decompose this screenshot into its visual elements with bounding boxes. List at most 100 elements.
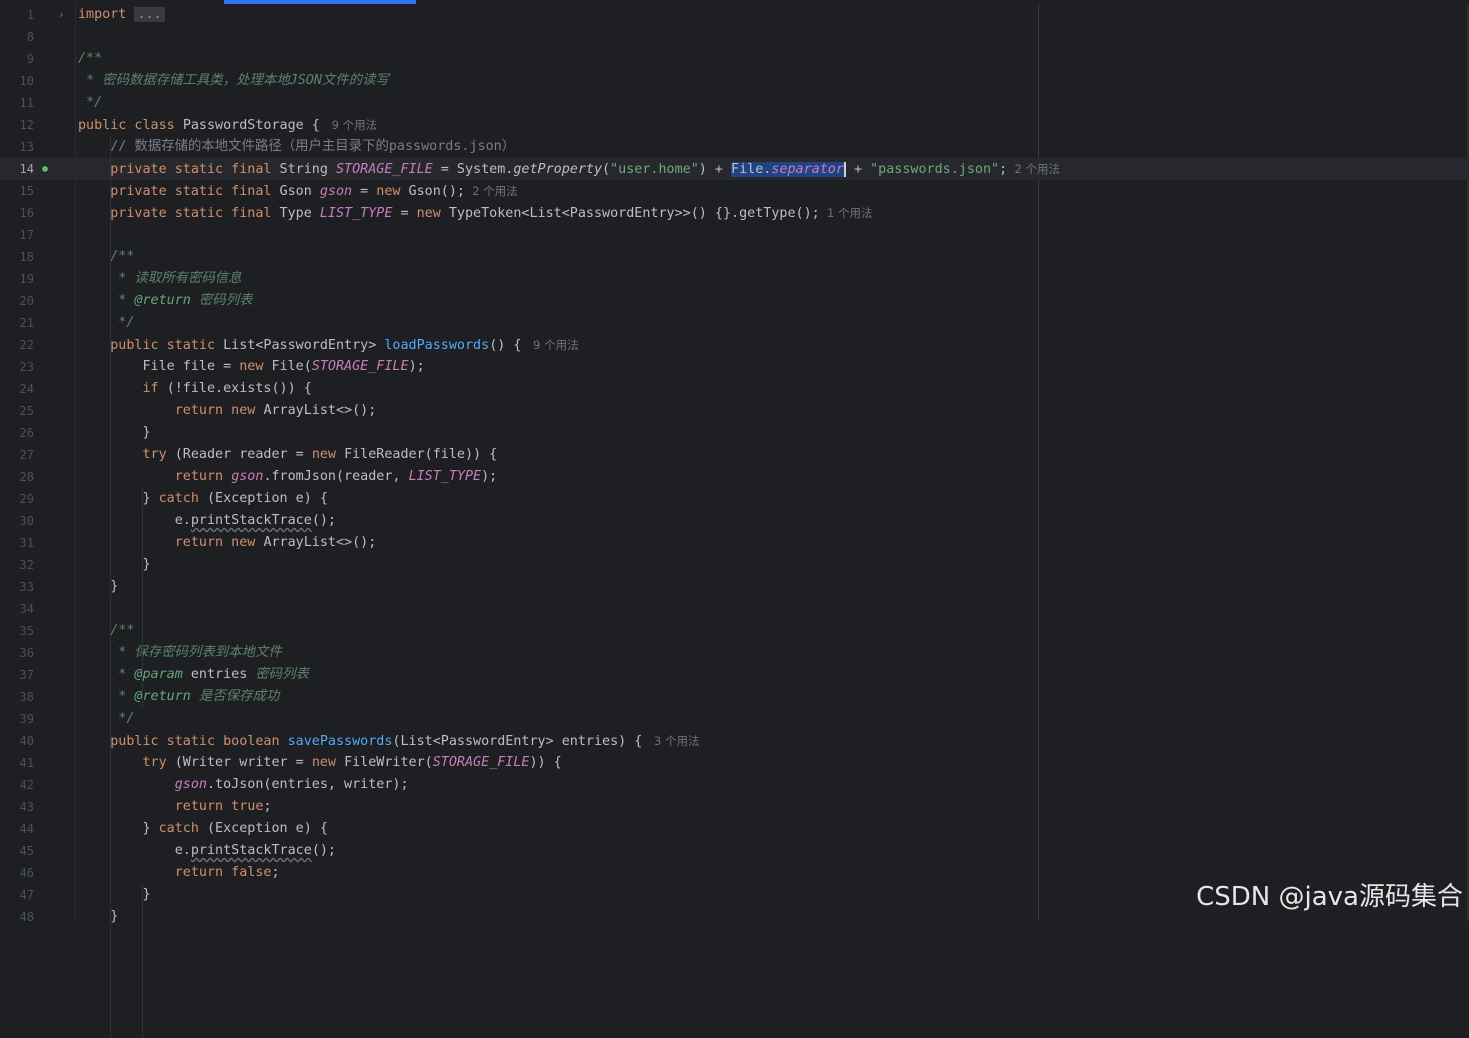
code-text[interactable]: public static List<PasswordEntry> loadPa… (78, 334, 578, 357)
line-number[interactable]: 20 (0, 290, 34, 312)
usage-hint[interactable]: 1 个用法 (820, 206, 873, 220)
code-text[interactable]: * 保存密码列表到本地文件 (78, 642, 281, 664)
code-text[interactable]: public class PasswordStorage { 9 个用法 (78, 114, 377, 137)
code-line[interactable]: 28 return gson.fromJson(reader, LIST_TYP… (0, 466, 1469, 488)
code-text[interactable]: return false; (78, 862, 280, 884)
code-text[interactable]: e.printStackTrace(); (78, 510, 336, 532)
code-line[interactable]: 21 */ (0, 312, 1469, 334)
folded-imports[interactable]: ... (134, 7, 165, 22)
line-number[interactable]: 47 (0, 884, 34, 906)
line-number[interactable]: 28 (0, 466, 34, 488)
code-text[interactable]: * @return 密码列表 (78, 290, 252, 312)
code-line[interactable]: 29 } catch (Exception e) { (0, 488, 1469, 510)
run-gutter-icon[interactable] (40, 164, 50, 174)
line-number[interactable]: 1 (0, 4, 34, 26)
code-line[interactable]: 1 › import ... (0, 4, 1469, 26)
code-line[interactable]: 18 /** (0, 246, 1469, 268)
code-line[interactable]: 15 private static final Gson gson = new … (0, 180, 1469, 202)
code-text[interactable]: /** (78, 48, 102, 70)
code-text[interactable]: } catch (Exception e) { (78, 818, 327, 840)
code-text[interactable]: */ (78, 92, 102, 114)
code-line[interactable]: 41 try (Writer writer = new FileWriter(S… (0, 752, 1469, 774)
line-number[interactable]: 23 (0, 356, 34, 378)
code-line[interactable]: 37 * @param entries 密码列表 (0, 664, 1469, 686)
code-text[interactable]: } catch (Exception e) { (78, 488, 327, 510)
code-line[interactable]: 39 */ (0, 708, 1469, 730)
line-number[interactable]: 21 (0, 312, 34, 334)
line-number[interactable]: 33 (0, 576, 34, 598)
code-line[interactable]: 30 e.printStackTrace(); (0, 510, 1469, 532)
usage-hint[interactable]: 2 个用法 (465, 184, 518, 198)
code-text[interactable]: /** (78, 620, 134, 642)
line-number[interactable]: 17 (0, 224, 34, 246)
line-number[interactable]: 39 (0, 708, 34, 730)
line-number[interactable]: 19 (0, 268, 34, 290)
line-number[interactable]: 31 (0, 532, 34, 554)
code-text[interactable]: public static boolean savePasswords(List… (78, 730, 700, 753)
code-line[interactable]: 17 (0, 224, 1469, 246)
code-line[interactable]: 23 File file = new File(STORAGE_FILE); (0, 356, 1469, 378)
line-number[interactable]: 11 (0, 92, 34, 114)
code-line[interactable]: 33 } (0, 576, 1469, 598)
code-line[interactable]: 25 return new ArrayList<>(); (0, 400, 1469, 422)
line-number[interactable]: 37 (0, 664, 34, 686)
code-line[interactable]: 44 } catch (Exception e) { (0, 818, 1469, 840)
code-line[interactable]: 31 return new ArrayList<>(); (0, 532, 1469, 554)
line-number[interactable]: 9 (0, 48, 34, 70)
code-line[interactable]: 11 */ (0, 92, 1469, 114)
line-number[interactable]: 44 (0, 818, 34, 840)
code-line[interactable]: 13 // 数据存储的本地文件路径（用户主目录下的passwords.json） (0, 136, 1469, 158)
code-line[interactable]: 26 } (0, 422, 1469, 444)
line-number[interactable]: 16 (0, 202, 34, 224)
line-number[interactable]: 22 (0, 334, 34, 356)
code-text[interactable]: // 数据存储的本地文件路径（用户主目录下的passwords.json） (78, 136, 515, 158)
code-text[interactable]: private static final Type LIST_TYPE = ne… (78, 202, 873, 225)
line-number[interactable]: 8 (0, 26, 34, 48)
code-text[interactable]: /** (78, 246, 134, 268)
line-number[interactable]: 12 (0, 114, 34, 136)
code-text[interactable]: * @return 是否保存成功 (78, 686, 279, 708)
line-number[interactable]: 30 (0, 510, 34, 532)
code-text[interactable]: return new ArrayList<>(); (78, 532, 377, 554)
code-line[interactable]: 14 private static final String STORAGE_F… (0, 158, 1469, 180)
code-line[interactable]: 45 e.printStackTrace(); (0, 840, 1469, 862)
code-text[interactable]: return new ArrayList<>(); (78, 400, 377, 422)
line-number[interactable]: 15 (0, 180, 34, 202)
code-text[interactable]: } (78, 576, 118, 598)
line-number[interactable]: 48 (0, 906, 34, 928)
line-number[interactable]: 10 (0, 70, 34, 92)
code-text[interactable]: private static final Gson gson = new Gso… (78, 180, 518, 203)
code-line[interactable]: 27 try (Reader reader = new FileReader(f… (0, 444, 1469, 466)
code-text[interactable]: private static final String STORAGE_FILE… (78, 158, 1060, 181)
line-number[interactable]: 25 (0, 400, 34, 422)
code-text[interactable]: gson.toJson(entries, writer); (78, 774, 409, 796)
code-line[interactable]: 36 * 保存密码列表到本地文件 (0, 642, 1469, 664)
code-text[interactable]: * 读取所有密码信息 (78, 268, 241, 290)
line-number[interactable]: 24 (0, 378, 34, 400)
code-line[interactable]: 32 } (0, 554, 1469, 576)
code-line[interactable]: 38 * @return 是否保存成功 (0, 686, 1469, 708)
usage-hint[interactable]: 2 个用法 (1007, 162, 1060, 176)
code-line[interactable]: 12 public class PasswordStorage { 9 个用法 (0, 114, 1469, 136)
code-text[interactable]: */ (78, 312, 134, 334)
code-text[interactable]: return gson.fromJson(reader, LIST_TYPE); (78, 466, 498, 488)
line-number[interactable]: 43 (0, 796, 34, 818)
line-number[interactable]: 41 (0, 752, 34, 774)
usage-hint[interactable]: 9 个用法 (328, 118, 378, 132)
line-number[interactable]: 34 (0, 598, 34, 620)
fold-chevron-icon[interactable]: › (58, 4, 65, 26)
code-line[interactable]: 19 * 读取所有密码信息 (0, 268, 1469, 290)
code-text[interactable]: e.printStackTrace(); (78, 840, 336, 862)
code-line[interactable]: 24 if (!file.exists()) { (0, 378, 1469, 400)
code-line[interactable]: 43 return true; (0, 796, 1469, 818)
line-number[interactable]: 45 (0, 840, 34, 862)
line-number[interactable]: 38 (0, 686, 34, 708)
code-line[interactable]: 10 * 密码数据存储工具类，处理本地JSON文件的读写 (0, 70, 1469, 92)
code-line[interactable]: 34 (0, 598, 1469, 620)
code-text[interactable]: */ (78, 708, 134, 730)
line-number[interactable]: 36 (0, 642, 34, 664)
line-number[interactable]: 42 (0, 774, 34, 796)
usage-hint[interactable]: 3 个用法 (650, 734, 700, 748)
line-number[interactable]: 40 (0, 730, 34, 752)
code-line[interactable]: 16 private static final Type LIST_TYPE =… (0, 202, 1469, 224)
